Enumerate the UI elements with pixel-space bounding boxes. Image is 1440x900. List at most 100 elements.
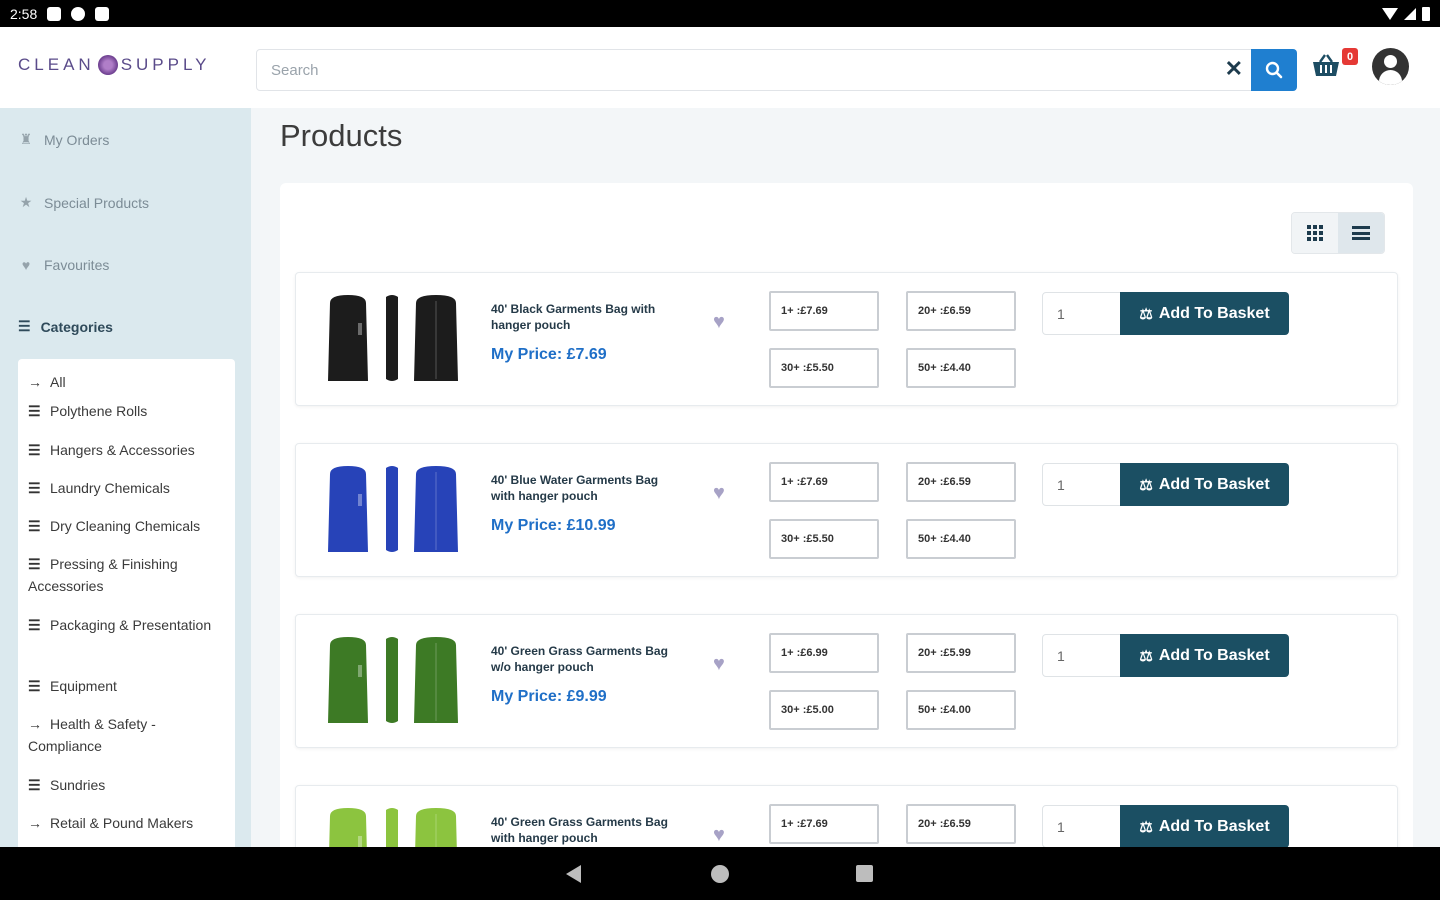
user-avatar-icon[interactable]	[1372, 48, 1409, 85]
category-item[interactable]: → Retail & Pound Makers	[28, 812, 228, 834]
category-label: Pressing & Finishing Accessories	[28, 556, 178, 594]
search-button[interactable]	[1251, 49, 1297, 91]
categories-label: Categories	[40, 318, 113, 335]
price-tier: 1+ :£7.69	[769, 291, 879, 331]
clear-search-icon[interactable]: ✕	[1225, 58, 1243, 80]
category-item[interactable]: ☰ Hangers & Accessories	[28, 439, 228, 461]
list-view-button[interactable]	[1338, 213, 1384, 253]
category-item[interactable]: → All	[28, 371, 228, 393]
basket-icon: ⚖	[1139, 305, 1153, 323]
list-icon: ☰	[28, 518, 41, 534]
product-card[interactable]: 40' Black Garments Bag with hanger pouch…	[295, 272, 1398, 406]
battery-icon	[1422, 6, 1430, 21]
view-toggle	[1291, 212, 1385, 254]
sidebar-item-favourites[interactable]: ♥ Favourites	[18, 257, 110, 273]
category-item[interactable]: ☰ Sundries	[28, 774, 228, 796]
sidebar-item-my-orders[interactable]: ♜ My Orders	[18, 131, 110, 148]
product-card[interactable]: 40' Green Grass Garments Bag w/o hanger …	[295, 614, 1398, 748]
price-tier: 20+ :£6.59	[906, 804, 1016, 844]
back-icon[interactable]	[566, 865, 581, 883]
product-price: My Price: £7.69	[491, 346, 607, 363]
recent-apps-icon[interactable]	[856, 865, 873, 882]
favourite-heart-icon[interactable]: ♥	[713, 482, 725, 505]
category-item[interactable]: ☰ Polythene Rolls	[28, 400, 228, 422]
search-icon	[1265, 61, 1283, 79]
category-item[interactable]: → Health & Safety - Compliance	[28, 713, 228, 757]
category-label: Hangers & Accessories	[50, 442, 195, 458]
price-tier: 20+ :£6.59	[906, 291, 1016, 331]
status-bar: 2:58	[0, 0, 1440, 27]
favourite-heart-icon[interactable]: ♥	[713, 653, 725, 676]
category-label: Retail & Pound Makers	[50, 815, 194, 831]
category-label: Laundry Chemicals	[50, 480, 170, 496]
sidebar-item-special-products[interactable]: ★ Special Products	[18, 194, 149, 211]
price-tier: 20+ :£5.99	[906, 633, 1016, 673]
product-price: My Price: £9.99	[491, 688, 607, 705]
notification-icon	[47, 6, 62, 21]
quantity-input[interactable]: 1	[1042, 805, 1122, 848]
sidebar-item-label: Special Products	[44, 194, 150, 211]
status-time: 2:58	[10, 5, 38, 22]
logo[interactable]: CLEAN SUPPLY	[18, 55, 211, 75]
price-tier: 1+ :£6.99	[769, 633, 879, 673]
signal-icon	[1404, 7, 1416, 20]
basket-icon: ⚖	[1139, 818, 1153, 836]
category-item[interactable]: ☰ Dry Cleaning Chemicals	[28, 515, 228, 537]
basket-icon: ⚖	[1139, 647, 1153, 665]
product-image[interactable]	[324, 293, 464, 385]
product-price: My Price: £10.99	[491, 517, 616, 534]
product-name[interactable]: 40' Green Grass Garments Bag w/o hanger …	[491, 643, 681, 675]
grid-icon	[1307, 225, 1323, 241]
list-icon: ☰	[28, 403, 41, 419]
add-to-basket-button[interactable]: ⚖ Add To Basket	[1120, 463, 1289, 506]
product-image[interactable]	[324, 635, 464, 727]
search-bar: ✕	[256, 49, 1252, 91]
star-icon: ★	[19, 194, 33, 210]
arrow-right-icon: →	[28, 716, 42, 732]
category-item[interactable]: ☰ Pressing & Finishing Accessories	[28, 553, 228, 597]
sidebar-item-label: Favourites	[44, 257, 110, 273]
quantity-input[interactable]: 1	[1042, 634, 1122, 677]
price-tier: 50+ :£4.40	[906, 348, 1016, 388]
quantity-input[interactable]: 1	[1042, 292, 1122, 335]
category-label: Packaging & Presentation	[50, 617, 212, 633]
category-item[interactable]: ☰ Equipment	[28, 675, 228, 697]
price-tier: 1+ :£7.69	[769, 804, 879, 844]
product-name[interactable]: 40' Green Grass Garments Bag with hanger…	[491, 814, 681, 846]
favourite-heart-icon[interactable]: ♥	[713, 311, 725, 334]
basket-icon[interactable]	[1311, 53, 1341, 77]
category-item[interactable]: ☰ Packaging & Presentation	[28, 614, 228, 636]
favourite-heart-icon[interactable]: ♥	[713, 824, 725, 847]
arrow-right-icon: →	[28, 374, 42, 390]
price-tier: 1+ :£7.69	[769, 462, 879, 502]
category-label: Equipment	[50, 678, 117, 694]
list-icon	[1352, 226, 1370, 240]
quantity-input[interactable]: 1	[1042, 463, 1122, 506]
add-to-basket-button[interactable]: ⚖ Add To Basket	[1120, 634, 1289, 677]
page-title: Products	[280, 118, 403, 153]
product-name[interactable]: 40' Blue Water Garments Bag with hanger …	[491, 472, 681, 504]
home-icon[interactable]	[711, 865, 729, 883]
add-to-basket-button[interactable]: ⚖ Add To Basket	[1120, 805, 1289, 848]
sidebar-item-label: My Orders	[44, 131, 110, 148]
price-tier: 30+ :£5.00	[769, 690, 879, 730]
list-icon: ☰	[28, 442, 41, 458]
logo-text-right: SUPPLY	[120, 55, 211, 74]
grid-view-button[interactable]	[1292, 213, 1338, 253]
category-label: Dry Cleaning Chemicals	[50, 518, 201, 534]
product-image[interactable]	[324, 464, 464, 556]
arrow-right-icon: →	[28, 815, 42, 831]
category-item[interactable]: ☰ Laundry Chemicals	[28, 477, 228, 499]
search-input[interactable]	[257, 61, 1197, 79]
product-name[interactable]: 40' Black Garments Bag with hanger pouch	[491, 301, 681, 333]
categories-heading[interactable]: ☰ Categories	[18, 318, 113, 335]
price-tier: 20+ :£6.59	[906, 462, 1016, 502]
list-icon: ☰	[28, 556, 41, 572]
list-icon: ☰	[28, 678, 41, 694]
product-card[interactable]: 40' Blue Water Garments Bag with hanger …	[295, 443, 1398, 577]
add-to-basket-label: Add To Basket	[1158, 646, 1270, 664]
add-to-basket-label: Add To Basket	[1158, 475, 1270, 493]
add-to-basket-button[interactable]: ⚖ Add To Basket	[1120, 292, 1289, 335]
app-notification-icon	[71, 6, 86, 21]
add-to-basket-label: Add To Basket	[1158, 817, 1270, 835]
